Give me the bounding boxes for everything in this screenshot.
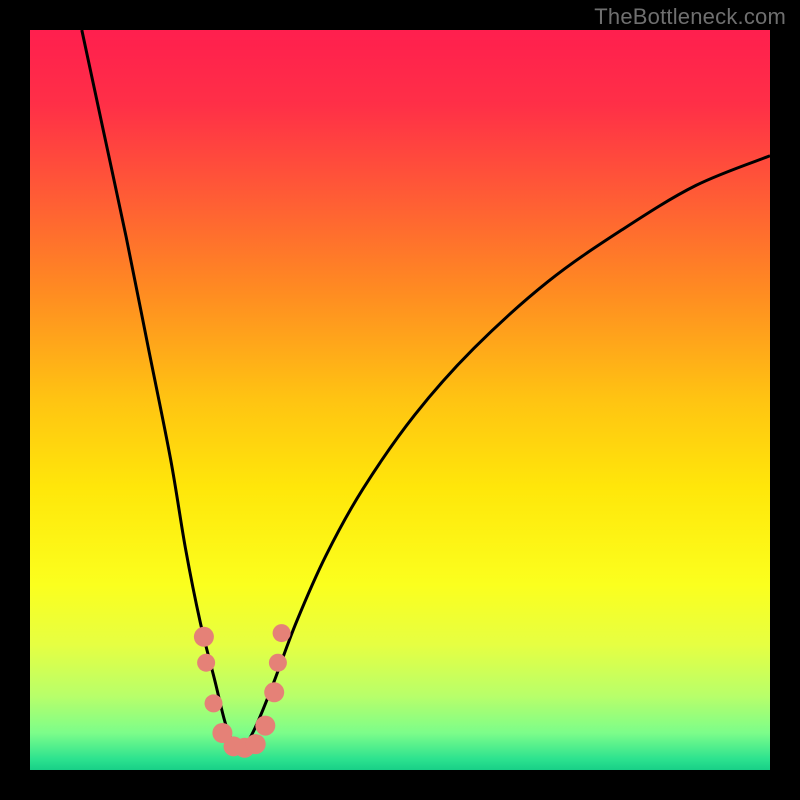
marker-dot <box>255 716 275 736</box>
marker-dot <box>264 682 284 702</box>
marker-dot <box>269 654 287 672</box>
plot-area <box>30 30 770 770</box>
marker-dot <box>273 624 291 642</box>
marker-dot <box>205 694 223 712</box>
chart-frame: TheBottleneck.com <box>0 0 800 800</box>
marker-dot <box>194 627 214 647</box>
curve-markers <box>194 624 291 758</box>
marker-dot <box>197 654 215 672</box>
curve-layer <box>30 30 770 770</box>
bottleneck-curve <box>82 30 770 748</box>
marker-dot <box>246 734 266 754</box>
watermark-text: TheBottleneck.com <box>594 4 786 30</box>
